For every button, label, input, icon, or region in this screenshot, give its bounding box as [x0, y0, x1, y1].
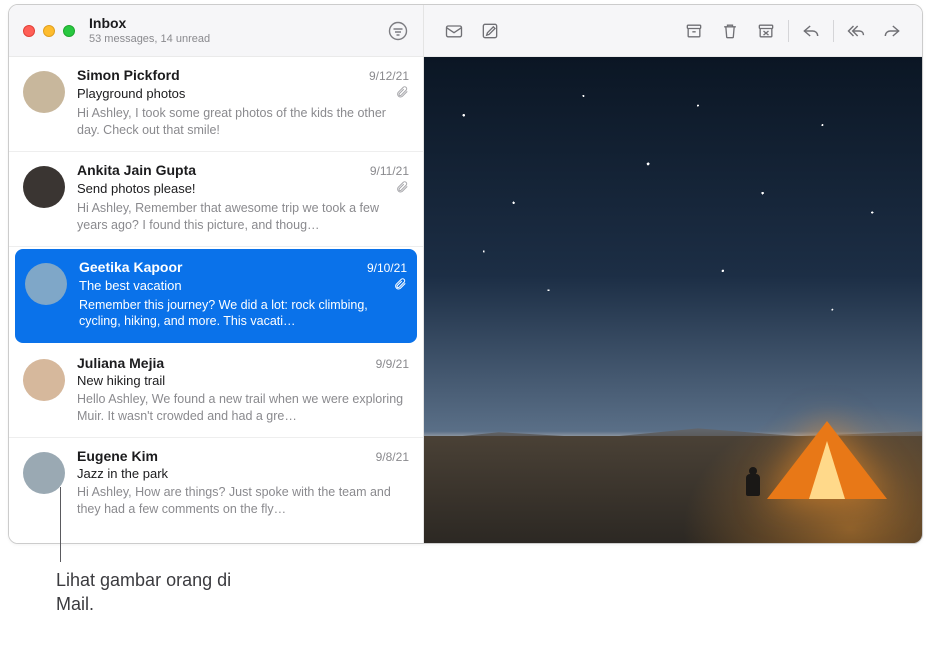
message-preview: Hello Ashley, We found a new trail when … [77, 391, 409, 425]
message-pane [424, 5, 922, 543]
message-subject: The best vacation [79, 278, 182, 293]
attachment-photo[interactable] [424, 57, 922, 543]
mailbox-title-block: Inbox 53 messages, 14 unread [89, 16, 387, 45]
reply-button[interactable] [801, 21, 821, 41]
message-date: 9/12/21 [369, 69, 409, 83]
minimize-window-button[interactable] [43, 25, 55, 37]
sender-name: Eugene Kim [77, 448, 158, 464]
message-date: 9/9/21 [376, 357, 409, 371]
sender-avatar[interactable] [23, 452, 65, 494]
message-date: 9/10/21 [367, 261, 407, 275]
fullscreen-window-button[interactable] [63, 25, 75, 37]
toolbar [424, 5, 922, 57]
compose-button[interactable] [480, 21, 500, 41]
tent-graphic [767, 419, 887, 499]
toolbar-separator [788, 20, 789, 42]
message-subject: New hiking trail [77, 373, 165, 388]
mark-read-button[interactable] [444, 21, 464, 41]
message-subject: Jazz in the park [77, 466, 168, 481]
sender-name: Geetika Kapoor [79, 259, 182, 275]
forward-button[interactable] [882, 21, 902, 41]
message-preview: Hi Ashley, I took some great photos of t… [77, 105, 409, 139]
sender-name: Ankita Jain Gupta [77, 162, 196, 178]
message-preview: Hi Ashley, How are things? Just spoke wi… [77, 484, 409, 518]
sender-name: Juliana Mejia [77, 355, 164, 371]
message-summary: Ankita Jain Gupta 9/11/21 Send photos pl… [77, 162, 409, 234]
close-window-button[interactable] [23, 25, 35, 37]
message-summary: Eugene Kim 9/8/21 Jazz in the park Hi As… [77, 448, 409, 518]
callout-text: Lihat gambar orang di Mail. [56, 568, 246, 617]
message-row[interactable]: Juliana Mejia 9/9/21 New hiking trail He… [9, 345, 423, 438]
message-content [424, 57, 922, 543]
message-preview: Remember this journey? We did a lot: roc… [79, 297, 407, 331]
archive-button[interactable] [684, 21, 704, 41]
window-controls [23, 25, 75, 37]
message-summary: Geetika Kapoor 9/10/21 The best vacation… [79, 259, 407, 331]
sender-avatar[interactable] [23, 166, 65, 208]
message-subject: Send photos please! [77, 181, 196, 196]
message-row[interactable]: Eugene Kim 9/8/21 Jazz in the park Hi As… [9, 438, 423, 530]
message-date: 9/11/21 [370, 164, 409, 178]
sidebar-titlebar: Inbox 53 messages, 14 unread [9, 5, 423, 57]
junk-button[interactable] [756, 21, 776, 41]
sender-avatar[interactable] [25, 263, 67, 305]
attachment-icon [393, 277, 407, 294]
mailbox-name: Inbox [89, 16, 387, 31]
attachment-icon [395, 85, 409, 102]
mail-window: Inbox 53 messages, 14 unread Simon Pickf… [8, 4, 923, 544]
message-summary: Juliana Mejia 9/9/21 New hiking trail He… [77, 355, 409, 425]
message-summary: Simon Pickford 9/12/21 Playground photos… [77, 67, 409, 139]
message-date: 9/8/21 [376, 450, 409, 464]
message-row[interactable]: Geetika Kapoor 9/10/21 The best vacation… [15, 249, 417, 344]
message-list-pane: Inbox 53 messages, 14 unread Simon Pickf… [9, 5, 424, 543]
sender-avatar[interactable] [23, 71, 65, 113]
message-subject: Playground photos [77, 86, 185, 101]
delete-button[interactable] [720, 21, 740, 41]
message-list[interactable]: Simon Pickford 9/12/21 Playground photos… [9, 57, 423, 543]
attachment-icon [395, 180, 409, 197]
person-graphic [743, 467, 763, 499]
reply-all-button[interactable] [846, 21, 866, 41]
message-row[interactable]: Ankita Jain Gupta 9/11/21 Send photos pl… [9, 152, 423, 247]
message-row[interactable]: Simon Pickford 9/12/21 Playground photos… [9, 57, 423, 152]
mailbox-status: 53 messages, 14 unread [89, 33, 387, 45]
sender-avatar[interactable] [23, 359, 65, 401]
message-preview: Hi Ashley, Remember that awesome trip we… [77, 200, 409, 234]
callout-leader-line [60, 487, 61, 562]
toolbar-separator [833, 20, 834, 42]
sender-name: Simon Pickford [77, 67, 180, 83]
filter-button[interactable] [387, 20, 409, 42]
